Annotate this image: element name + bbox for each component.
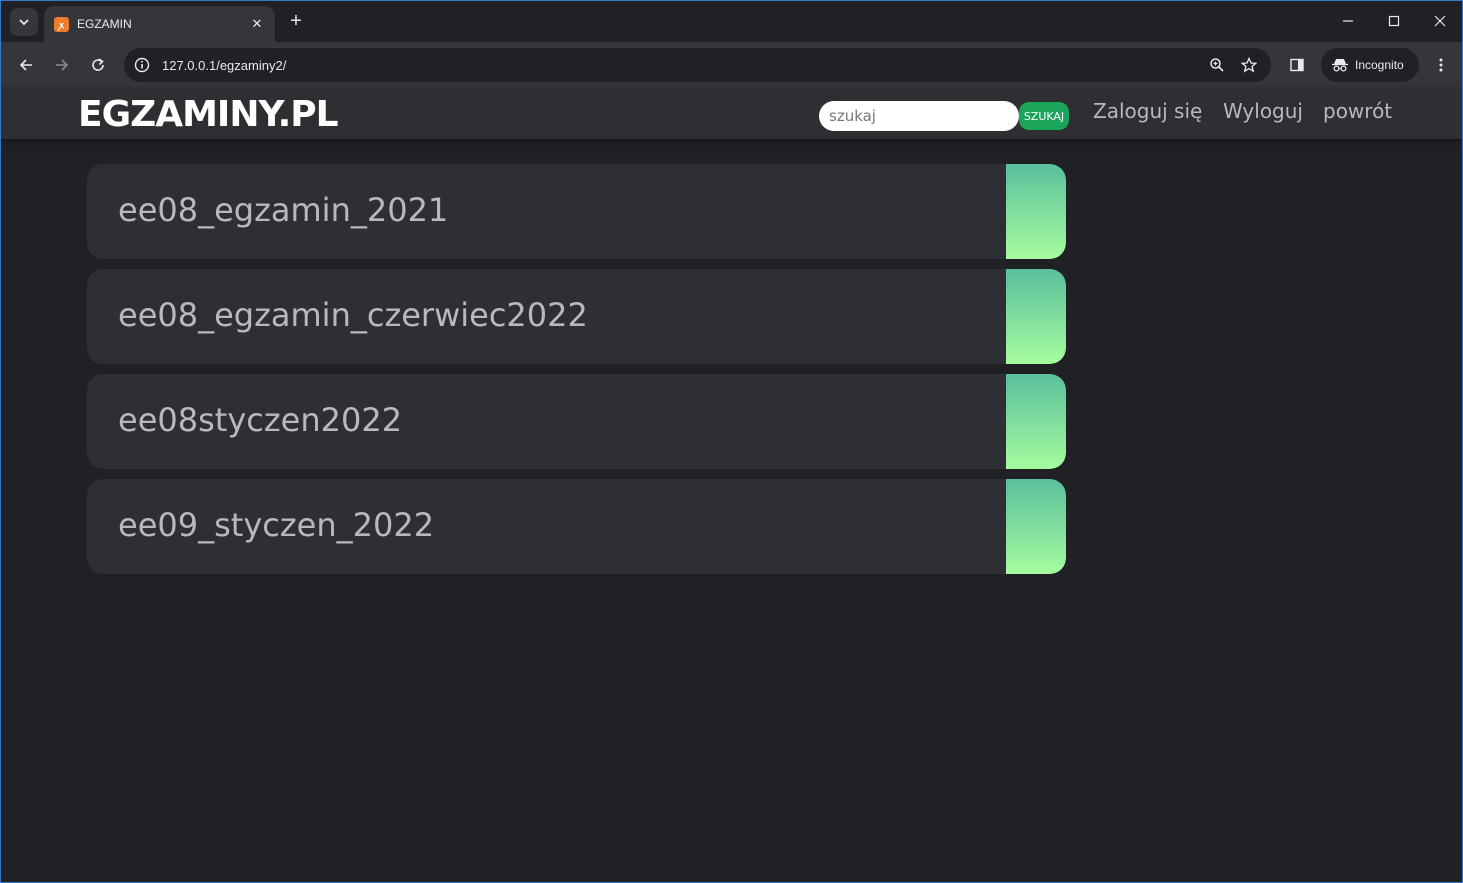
zoom-button[interactable] [1207, 55, 1227, 75]
forward-button[interactable] [50, 53, 74, 77]
site-header: EGZAMINY.PL SZUKAJ Zaloguj się Wyloguj p… [1, 88, 1462, 139]
exam-title[interactable]: ee08styczen2022 [118, 400, 402, 440]
reload-icon [92, 58, 104, 71]
incognito-icon [1332, 59, 1348, 72]
exam-card[interactable]: ee08styczen2022 [87, 374, 1066, 469]
close-icon [1434, 15, 1446, 27]
side-panel-icon [1290, 58, 1304, 72]
incognito-badge[interactable]: Incognito [1321, 48, 1419, 82]
new-tab-button[interactable]: + [285, 10, 307, 32]
browser-window: ꭗ EGZAMIN ✕ + 127.0.0.1/egzaminy2/ Incog… [0, 0, 1463, 883]
kebab-menu-icon [1439, 58, 1443, 72]
browser-toolbar: 127.0.0.1/egzaminy2/ Incognito [1, 42, 1462, 88]
chevron-down-icon [19, 19, 29, 26]
xampp-favicon-icon: ꭗ [54, 16, 69, 32]
address-bar[interactable]: 127.0.0.1/egzaminy2/ [124, 48, 1271, 82]
reload-button[interactable] [86, 53, 110, 77]
browser-tab[interactable]: ꭗ EGZAMIN ✕ [44, 6, 275, 42]
maximize-icon [1388, 15, 1400, 27]
exam-title[interactable]: ee08_egzamin_czerwiec2022 [118, 295, 588, 335]
search-button[interactable]: SZUKAJ [1019, 102, 1069, 130]
exam-accent-bar[interactable] [1006, 374, 1066, 469]
logout-link[interactable]: Wyloguj [1223, 98, 1303, 124]
login-link[interactable]: Zaloguj się [1093, 98, 1202, 124]
minimize-icon [1343, 20, 1353, 22]
incognito-label: Incognito [1355, 58, 1404, 72]
close-tab-icon[interactable]: ✕ [249, 17, 265, 32]
arrow-right-icon [56, 59, 69, 71]
tab-strip: ꭗ EGZAMIN ✕ + [1, 1, 1462, 42]
search-input[interactable] [819, 101, 1019, 131]
browser-menu-button[interactable] [1431, 54, 1451, 76]
arrow-left-icon [19, 59, 32, 71]
exam-card[interactable]: ee09_styczen_2022 [87, 479, 1066, 574]
bookmark-button[interactable] [1239, 55, 1259, 75]
exam-card[interactable]: ee08_egzamin_2021 [87, 164, 1066, 259]
url-text[interactable]: 127.0.0.1/egzaminy2/ [162, 58, 1207, 73]
side-panel-button[interactable] [1286, 54, 1308, 76]
close-window-button[interactable] [1429, 10, 1451, 32]
exam-accent-bar[interactable] [1006, 479, 1066, 574]
exam-title[interactable]: ee08_egzamin_2021 [118, 190, 448, 230]
exam-list: ee08_egzamin_2021 ee08_egzamin_czerwiec2… [87, 164, 1066, 584]
exam-accent-bar[interactable] [1006, 269, 1066, 364]
minimize-button[interactable] [1337, 10, 1359, 32]
back-link[interactable]: powrót [1323, 98, 1392, 124]
maximize-button[interactable] [1383, 10, 1405, 32]
tab-title: EGZAMIN [77, 17, 132, 31]
page-content: EGZAMINY.PL SZUKAJ Zaloguj się Wyloguj p… [1, 88, 1462, 882]
exam-title[interactable]: ee09_styczen_2022 [118, 505, 434, 545]
star-icon [1241, 57, 1257, 73]
back-button[interactable] [14, 53, 38, 77]
exam-card[interactable]: ee08_egzamin_czerwiec2022 [87, 269, 1066, 364]
site-logo[interactable]: EGZAMINY.PL [78, 94, 339, 136]
exam-accent-bar[interactable] [1006, 164, 1066, 259]
tab-search-button[interactable] [10, 8, 38, 36]
info-icon[interactable] [134, 57, 150, 73]
zoom-icon [1210, 58, 1224, 72]
